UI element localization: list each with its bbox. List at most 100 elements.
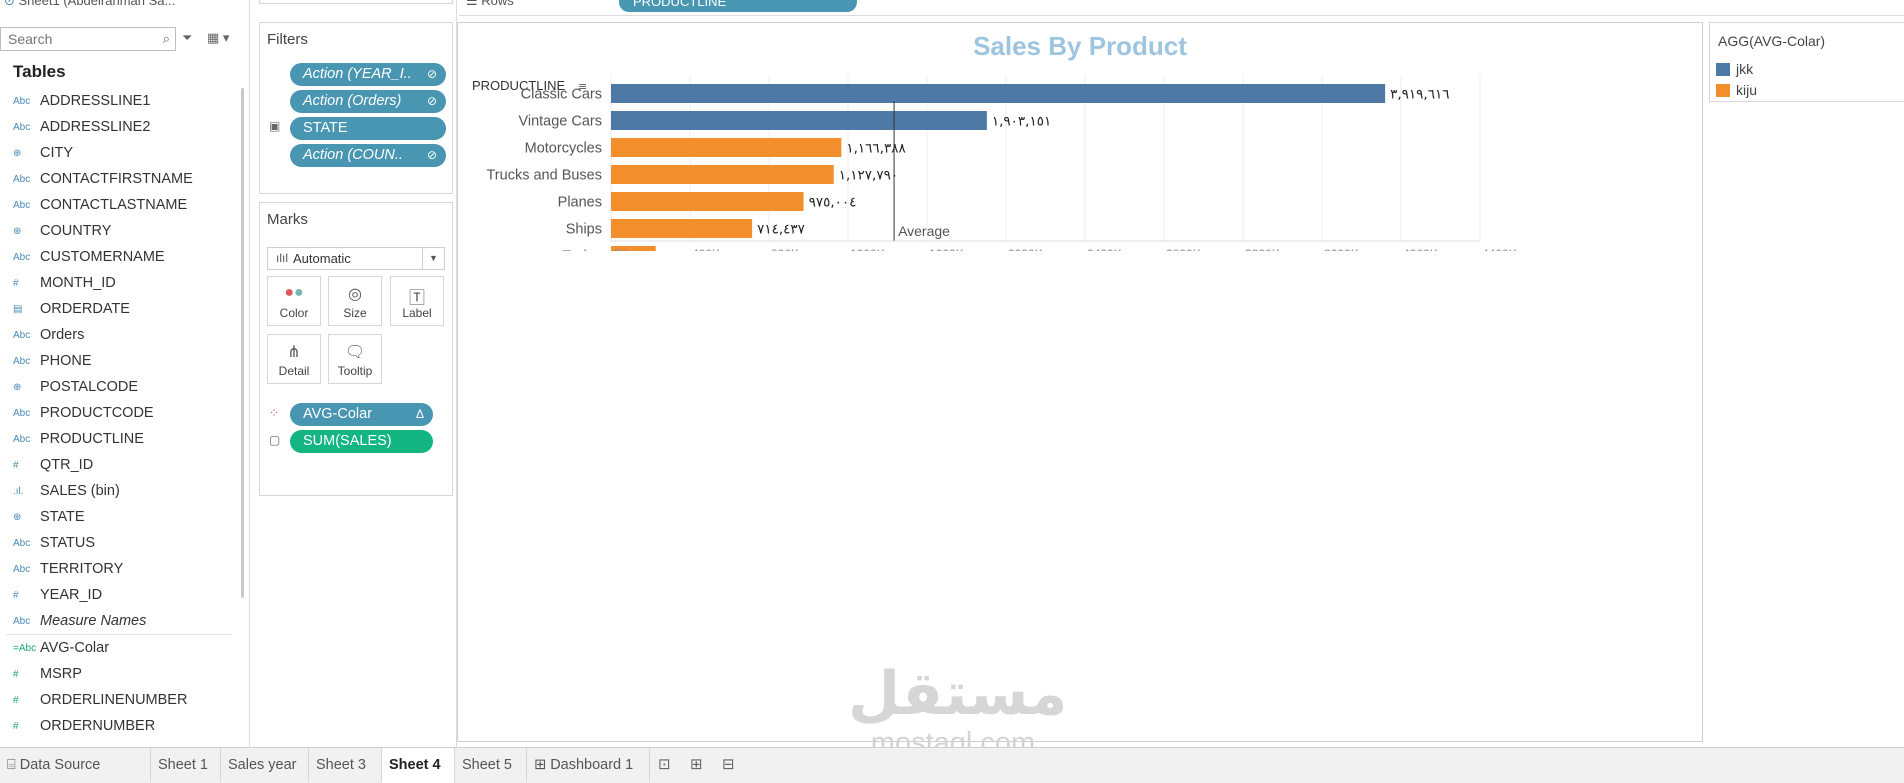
- field-name: MSRP: [40, 666, 82, 682]
- field-type-icon: ⊕: [13, 381, 22, 393]
- field-item[interactable]: ⊕ COUNTRY: [0, 218, 234, 244]
- tab-data-source[interactable]: ⌸ Data Source: [0, 748, 151, 782]
- tab-sheet-3[interactable]: Sheet 3: [309, 748, 382, 782]
- field-item[interactable]: Abc Orders: [0, 322, 234, 348]
- category-label: Planes: [558, 195, 602, 211]
- action-link-icon: ⊘: [426, 94, 437, 108]
- field-type-icon: Abc: [13, 121, 31, 133]
- mark-type-dropdown[interactable]: ılıl Automatic ▼: [267, 247, 445, 270]
- tab-sales-year[interactable]: Sales year: [221, 748, 309, 782]
- label-button[interactable]: 🅃 Label: [390, 276, 444, 326]
- field-type-icon: #: [13, 720, 19, 732]
- field-item[interactable]: .ıl. SALES (bin): [0, 478, 234, 504]
- field-item[interactable]: # ORDERLINENUMBER: [0, 687, 234, 713]
- field-type-icon: ⊕: [13, 511, 22, 523]
- chevron-down-icon[interactable]: ▼: [422, 248, 444, 269]
- field-item[interactable]: ⊕ POSTALCODE: [0, 374, 234, 400]
- field-type-icon: =Abc: [13, 642, 37, 654]
- field-item[interactable]: # QTR_ID: [0, 452, 234, 478]
- field-item[interactable]: Abc ADDRESSLINE2: [0, 114, 234, 140]
- speech-bubble-icon: 🗨: [344, 344, 366, 361]
- field-type-icon: Abc: [13, 563, 31, 575]
- view-options-icon[interactable]: ▦ ▾: [207, 30, 229, 46]
- label-shelf-icon: ▢: [269, 433, 281, 447]
- data-pane-scrollbar[interactable]: [241, 88, 244, 598]
- category-label: Ships: [566, 222, 602, 238]
- new-story-icon[interactable]: ⊟: [722, 755, 735, 773]
- field-name: TERRITORY: [40, 561, 124, 577]
- new-worksheet-icon[interactable]: ⊡: [658, 755, 671, 773]
- tab-sheet-1[interactable]: Sheet 1: [151, 748, 221, 782]
- field-item[interactable]: Abc PRODUCTCODE: [0, 400, 234, 426]
- field-name: STATE: [40, 509, 85, 525]
- field-item[interactable]: # MONTH_ID: [0, 270, 234, 296]
- field-item[interactable]: =Abc AVG-Colar: [0, 635, 234, 661]
- legend-item-kiju[interactable]: kiju: [1716, 82, 1757, 98]
- field-item[interactable]: ⊕ CITY: [0, 140, 234, 166]
- size-button[interactable]: ◎ Size: [328, 276, 382, 326]
- field-item[interactable]: Abc PHONE: [0, 348, 234, 374]
- bar: [611, 165, 834, 184]
- field-item[interactable]: Abc Measure Names: [0, 608, 234, 634]
- filters-card: Filters Action (YEAR_I.. ⊘ Action (Orders…: [259, 22, 453, 194]
- tooltip-button[interactable]: 🗨 Tooltip: [328, 334, 382, 384]
- field-type-icon: Abc: [13, 173, 31, 185]
- tab-dashboard-1[interactable]: ⊞ Dashboard 1: [527, 748, 650, 782]
- detail-hierarchy-icon: ⋔: [287, 344, 301, 361]
- data-source-name[interactable]: ⊙ Sheet1 (Abdelrahman Sa...: [4, 0, 224, 9]
- field-type-icon: ⊕: [13, 225, 22, 237]
- search-input[interactable]: [1, 28, 151, 50]
- filter-icon[interactable]: ⏷: [182, 30, 192, 46]
- filter-pill-state[interactable]: STATE: [290, 117, 446, 140]
- field-item[interactable]: Abc CONTACTLASTNAME: [0, 192, 234, 218]
- field-item[interactable]: # ORDERNUMBER: [0, 713, 234, 739]
- detail-button[interactable]: ⋔ Detail: [267, 334, 321, 384]
- field-name: ORDERLINENUMBER: [40, 692, 188, 708]
- bar: [611, 192, 804, 211]
- productline-row-pill[interactable]: PRODUCTLINE: [619, 0, 857, 12]
- field-item[interactable]: ⊕ STATE: [0, 504, 234, 530]
- field-name: PRODUCTLINE: [40, 431, 144, 447]
- field-type-icon: ⊕: [13, 147, 22, 159]
- color-button[interactable]: ●● Color: [267, 276, 321, 326]
- category-label: Classic Cars: [521, 87, 602, 103]
- legend-item-jkk[interactable]: jkk: [1716, 61, 1753, 77]
- field-item[interactable]: # YEAR_ID: [0, 582, 234, 608]
- field-item[interactable]: ▤ ORDERDATE: [0, 296, 234, 322]
- field-item[interactable]: Abc ADDRESSLINE1: [0, 88, 234, 114]
- data-label: ٧١٤,٤٣٧: [757, 222, 805, 238]
- field-name: CUSTOMERNAME: [40, 249, 165, 265]
- filter-pill-orders[interactable]: Action (Orders) ⊘: [290, 90, 446, 113]
- field-type-icon: #: [13, 459, 19, 471]
- size-circles-icon: ◎: [348, 286, 362, 303]
- data-label: ٣,٩١٩,٦١٦: [1390, 87, 1449, 103]
- filter-pill-country[interactable]: Action (COUN.. ⊘: [290, 144, 446, 167]
- field-name: PRODUCTCODE: [40, 405, 154, 421]
- field-name: SALES (bin): [40, 483, 120, 499]
- field-name: ADDRESSLINE2: [40, 119, 151, 135]
- color-shelf-icon: ⁘: [269, 406, 280, 420]
- field-name: MONTH_ID: [40, 275, 116, 291]
- tab-sheet-4[interactable]: Sheet 4: [382, 747, 455, 783]
- tab-sheet-5[interactable]: Sheet 5: [455, 748, 527, 782]
- avg-colar-pill[interactable]: AVG-Colar Δ: [290, 403, 433, 426]
- color-legend: AGG(AVG-Colar) jkk kiju: [1709, 22, 1904, 102]
- field-item[interactable]: Abc STATUS: [0, 530, 234, 556]
- field-type-icon: Abc: [13, 407, 31, 419]
- sum-sales-pill[interactable]: SUM(SALES): [290, 430, 433, 453]
- field-name: PHONE: [40, 353, 92, 369]
- field-item[interactable]: Abc PRODUCTLINE: [0, 426, 234, 452]
- datasource-icon: ⊙: [4, 0, 19, 8]
- field-item[interactable]: # MSRP: [0, 661, 234, 687]
- chart-title: Sales By Product: [973, 31, 1187, 61]
- field-item[interactable]: Abc CUSTOMERNAME: [0, 244, 234, 270]
- field-name: ORDERDATE: [40, 301, 130, 317]
- field-item[interactable]: Abc TERRITORY: [0, 556, 234, 582]
- field-name: ADDRESSLINE1: [40, 93, 151, 109]
- field-item[interactable]: Abc CONTACTFIRSTNAME: [0, 166, 234, 192]
- field-type-icon: #: [13, 694, 19, 706]
- field-name: QTR_ID: [40, 457, 94, 473]
- search-field[interactable]: ⌕: [0, 27, 176, 51]
- filter-pill-year[interactable]: Action (YEAR_I.. ⊘: [290, 63, 446, 86]
- new-dashboard-icon[interactable]: ⊞: [690, 755, 703, 773]
